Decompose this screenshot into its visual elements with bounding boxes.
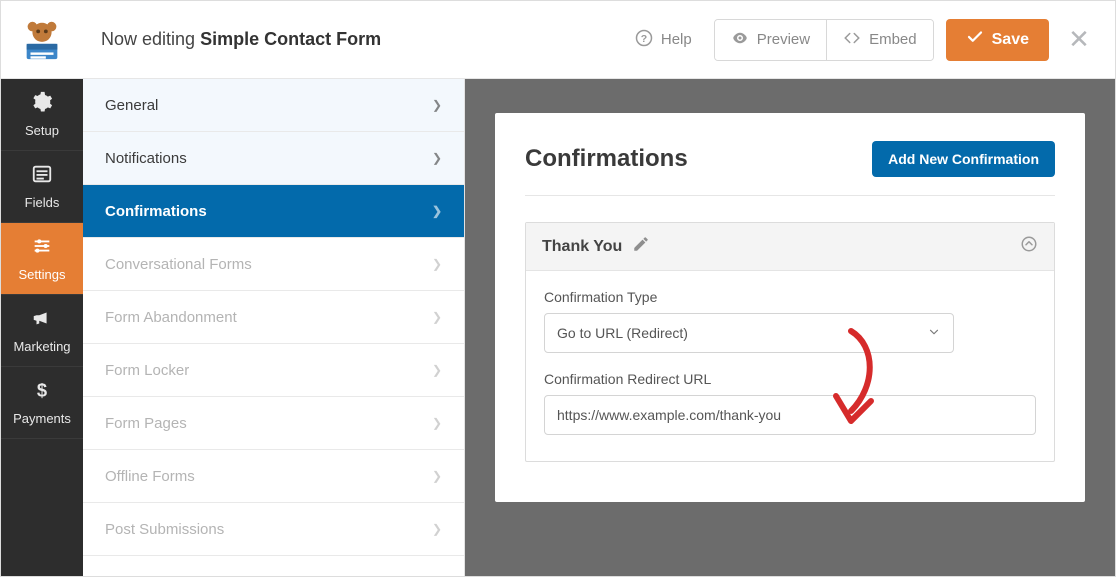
svg-text:$: $ <box>37 379 47 400</box>
settings-row-confirmations[interactable]: Confirmations ❯ <box>83 185 464 238</box>
top-right: ? Help Preview Embed Save <box>635 19 1115 61</box>
nav-settings[interactable]: Settings <box>1 223 83 295</box>
panel-title: Confirmations <box>525 145 688 173</box>
settings-row-notifications[interactable]: Notifications ❯ <box>83 132 464 185</box>
check-icon <box>966 28 984 51</box>
nav-settings-label: Settings <box>19 267 66 282</box>
chevron-right-icon: ❯ <box>432 416 442 430</box>
dollar-icon: $ <box>31 379 53 405</box>
preview-button[interactable]: Preview <box>715 20 826 60</box>
chevron-right-icon: ❯ <box>432 204 442 218</box>
confirmation-type-select[interactable]: Go to URL (Redirect) <box>544 313 954 353</box>
settings-submenu: General ❯ Notifications ❯ Confirmations … <box>83 79 465 576</box>
confirmations-panel: Confirmations Add New Confirmation Thank… <box>495 113 1085 502</box>
confirmation-card-title: Thank You <box>542 238 622 256</box>
panel-header: Confirmations Add New Confirmation <box>525 141 1055 196</box>
help-label: Help <box>661 31 692 48</box>
confirmation-type-label: Confirmation Type <box>544 289 1036 305</box>
settings-row-label: Confirmations <box>105 203 207 220</box>
nav-payments-label: Payments <box>13 411 71 426</box>
chevron-right-icon: ❯ <box>432 151 442 165</box>
settings-row-form-abandonment[interactable]: Form Abandonment ❯ <box>83 291 464 344</box>
gear-icon <box>31 91 53 117</box>
settings-row-label: Form Pages <box>105 415 187 432</box>
settings-row-form-pages[interactable]: Form Pages ❯ <box>83 397 464 450</box>
settings-row-label: Offline Forms <box>105 468 195 485</box>
redirect-url-label: Confirmation Redirect URL <box>544 371 1036 387</box>
eye-icon <box>731 29 749 51</box>
chevron-right-icon: ❯ <box>432 363 442 377</box>
confirmation-card: Thank You Confirmation Type Go to URL (R… <box>525 222 1055 462</box>
nav-fields[interactable]: Fields <box>1 151 83 223</box>
settings-row-label: Form Locker <box>105 362 189 379</box>
settings-row-label: Notifications <box>105 150 187 167</box>
code-icon <box>843 29 861 51</box>
pencil-icon[interactable] <box>632 235 650 258</box>
add-confirmation-button[interactable]: Add New Confirmation <box>872 141 1055 177</box>
left-nav: Setup Fields Settings Marketing $ Paymen… <box>1 79 83 576</box>
settings-row-general[interactable]: General ❯ <box>83 79 464 132</box>
embed-button[interactable]: Embed <box>826 20 933 60</box>
help-link[interactable]: ? Help <box>635 29 692 51</box>
nav-marketing[interactable]: Marketing <box>1 295 83 367</box>
settings-row-form-locker[interactable]: Form Locker ❯ <box>83 344 464 397</box>
nav-marketing-label: Marketing <box>13 339 70 354</box>
settings-row-label: Form Abandonment <box>105 309 237 326</box>
list-icon <box>31 163 53 189</box>
page-title: Now editing Simple Contact Form <box>101 29 381 50</box>
content-area: Confirmations Add New Confirmation Thank… <box>465 79 1115 576</box>
save-label: Save <box>992 31 1029 49</box>
close-button[interactable]: ✕ <box>1061 24 1097 55</box>
chevron-right-icon: ❯ <box>432 257 442 271</box>
form-name: Simple Contact Form <box>200 29 381 49</box>
settings-row-post-submissions[interactable]: Post Submissions ❯ <box>83 503 464 556</box>
svg-text:?: ? <box>641 32 647 44</box>
settings-row-label: Post Submissions <box>105 521 224 538</box>
save-button[interactable]: Save <box>946 19 1049 61</box>
confirmation-card-header[interactable]: Thank You <box>526 223 1054 271</box>
confirmation-card-body: Confirmation Type Go to URL (Redirect) C… <box>526 271 1054 461</box>
nav-fields-label: Fields <box>25 195 60 210</box>
app-logo <box>1 1 83 79</box>
close-icon: ✕ <box>1068 24 1090 54</box>
top-bar: Now editing Simple Contact Form ? Help P… <box>1 1 1115 79</box>
editing-prefix: Now editing <box>101 29 195 49</box>
help-icon: ? <box>635 29 653 51</box>
confirmation-type-value: Go to URL (Redirect) <box>557 325 688 341</box>
settings-row-label: Conversational Forms <box>105 256 252 273</box>
chevron-right-icon: ❯ <box>432 98 442 112</box>
settings-row-conversational-forms[interactable]: Conversational Forms ❯ <box>83 238 464 291</box>
nav-setup-label: Setup <box>25 123 59 138</box>
megaphone-icon <box>31 307 53 333</box>
sliders-icon <box>31 235 53 261</box>
chevron-down-icon <box>927 325 941 342</box>
embed-label: Embed <box>869 31 917 48</box>
chevron-right-icon: ❯ <box>432 522 442 536</box>
preview-label: Preview <box>757 31 810 48</box>
nav-payments[interactable]: $ Payments <box>1 367 83 439</box>
redirect-url-input[interactable] <box>544 395 1036 435</box>
chevron-right-icon: ❯ <box>432 310 442 324</box>
nav-setup[interactable]: Setup <box>1 79 83 151</box>
settings-row-offline-forms[interactable]: Offline Forms ❯ <box>83 450 464 503</box>
settings-row-label: General <box>105 97 158 114</box>
preview-embed-group: Preview Embed <box>714 19 934 61</box>
collapse-icon[interactable] <box>1020 235 1038 258</box>
chevron-right-icon: ❯ <box>432 469 442 483</box>
add-confirmation-label: Add New Confirmation <box>888 151 1039 167</box>
